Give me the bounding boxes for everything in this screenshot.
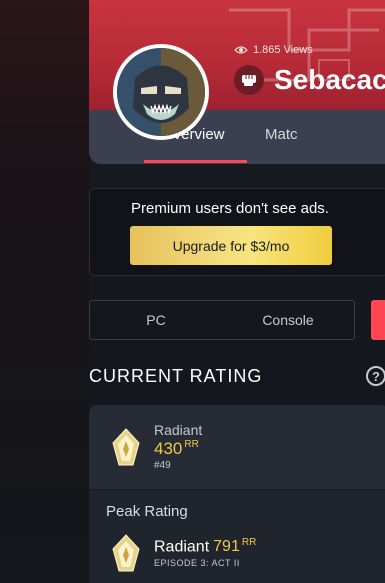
peak-episode: EPISODE 3: ACT II — [154, 558, 240, 568]
ads-notice: Premium users don't see ads. Upgrade for… — [89, 188, 385, 276]
views-text: 1.865 Views — [253, 44, 313, 56]
tab-matches[interactable]: Matc — [265, 126, 298, 143]
platform-console-option[interactable]: Console — [222, 301, 354, 339]
leaderboard-rank: #49 — [154, 460, 171, 471]
rating-card: Radiant 430 RR #49 Peak Rating Radiant 791… — [89, 405, 385, 583]
radiant-rank-icon — [112, 534, 140, 572]
current-rr-unit: RR — [184, 439, 199, 451]
background-shade — [0, 0, 90, 583]
player-title-row: Sebacac — [234, 64, 385, 96]
peak-rr-unit: RR — [241, 537, 257, 548]
current-rank-name: Radiant — [154, 422, 203, 438]
tab-active-indicator — [144, 160, 247, 163]
eye-icon — [234, 46, 248, 54]
fist-icon — [234, 65, 264, 95]
ads-message: Premium users don't see ads. — [131, 200, 329, 217]
peak-rr-number: 791 — [213, 538, 240, 556]
peak-rating-title: Peak Rating — [106, 503, 188, 520]
avatar[interactable] — [113, 44, 209, 140]
side-action-button[interactable] — [371, 300, 385, 340]
player-name: Sebacac — [274, 64, 385, 95]
radiant-rank-icon — [112, 428, 140, 466]
peak-rank-name: Radiant — [154, 538, 210, 556]
platform-pc-option[interactable]: PC — [90, 301, 222, 339]
avatar-image — [117, 48, 205, 136]
platform-toggle: PC Console — [89, 300, 355, 340]
current-rr-value: 430 RR — [154, 439, 199, 459]
peak-rank-row: Radiant 791 RR — [154, 537, 256, 556]
section-title: CURRENT RATING — [89, 366, 263, 386]
views-count: 1.865 Views — [234, 44, 313, 56]
help-icon[interactable]: ? — [366, 366, 385, 386]
upgrade-button[interactable]: Upgrade for $3/mo — [130, 226, 332, 265]
divider — [89, 489, 385, 490]
current-rr-number: 430 — [154, 439, 183, 458]
